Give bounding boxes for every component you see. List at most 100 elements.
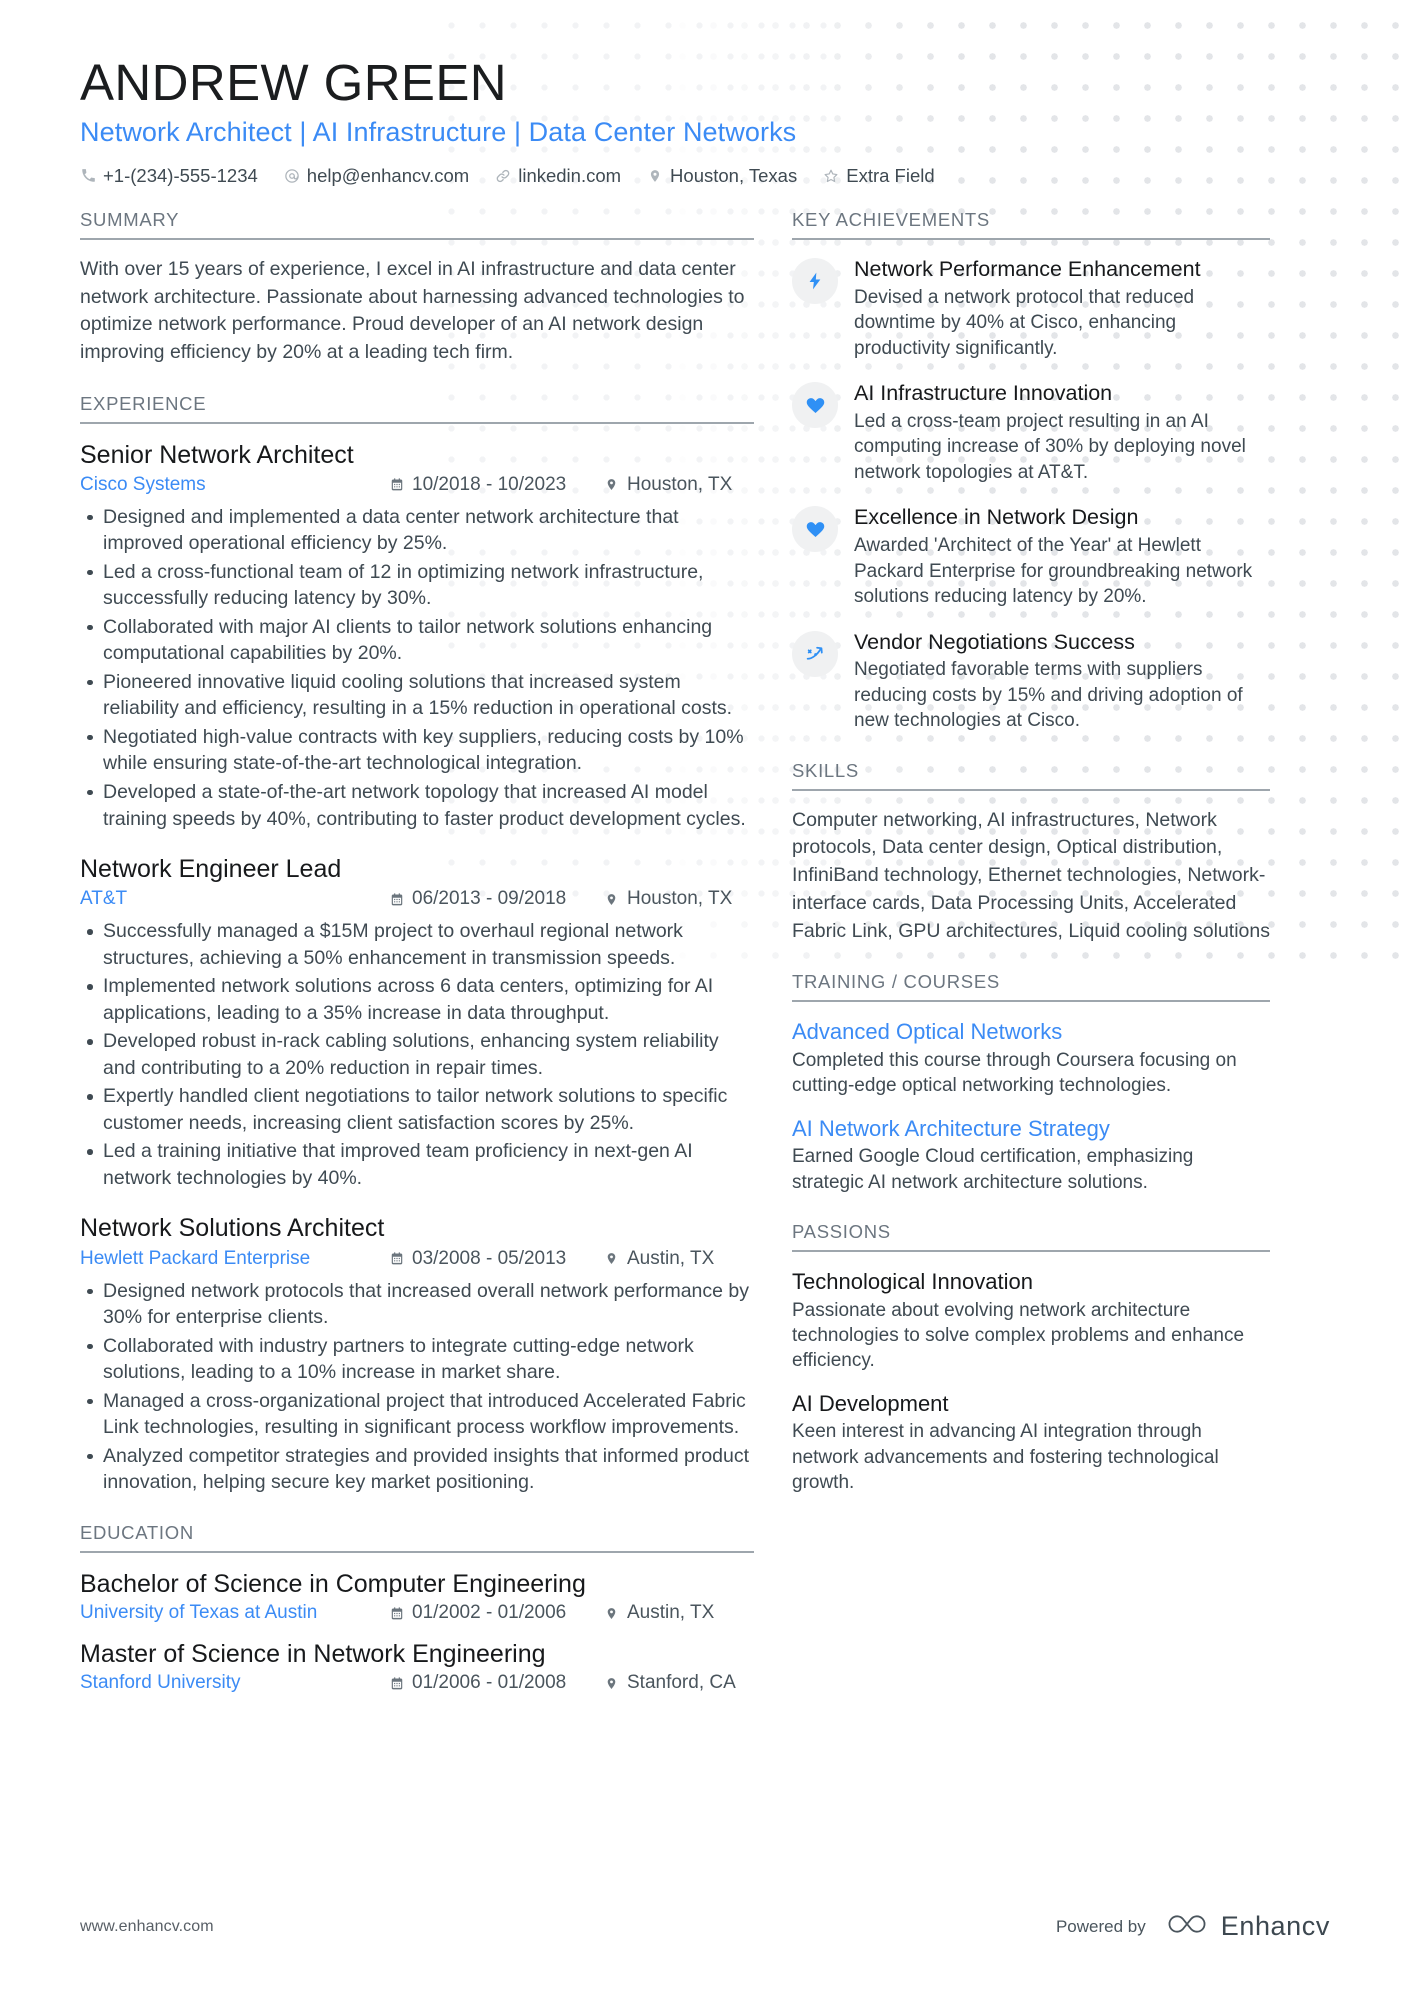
achievement-description: Devised a network protocol that reduced … (854, 286, 1195, 359)
job-dates: 03/2008 - 05/2013 (389, 1248, 604, 1270)
page-footer: www.enhancv.com Powered by Enhancv (80, 1910, 1330, 1943)
job-dates: 10/2018 - 10/2023 (389, 474, 604, 496)
job-title: Senior Network Architect (80, 440, 354, 469)
job-location-text: Houston, TX (627, 473, 733, 495)
education-location-text: Austin, TX (627, 1602, 715, 1624)
education-dates: 01/2006 - 01/2008 (389, 1672, 604, 1694)
education-dates: 01/2002 - 01/2006 (389, 1602, 604, 1624)
job-dates-text: 03/2008 - 05/2013 (412, 1247, 567, 1269)
education-school[interactable]: Stanford University (80, 1672, 389, 1694)
job-bullet: Expertly handled client negotiations to … (80, 1083, 754, 1136)
contact-row: +1-(234)-555-1234 help@enhancv.com linke… (80, 165, 1330, 187)
job-company[interactable]: Hewlett Packard Enterprise (80, 1248, 389, 1270)
achievement-item: Excellence in Network Design Awarded 'Ar… (792, 504, 1270, 609)
passion-title: AI Development (792, 1390, 949, 1416)
job-dates-text: 10/2018 - 10/2023 (412, 473, 567, 495)
heart-icon (792, 382, 838, 429)
passion-title: Technological Innovation (792, 1269, 1033, 1295)
section-summary: SUMMARY With over 15 years of experience… (80, 209, 754, 367)
job-title: Network Engineer Lead (80, 855, 342, 884)
email-icon (284, 168, 300, 184)
achievement-title: Excellence in Network Design (854, 505, 1139, 530)
right-column: KEY ACHIEVEMENTS Network Performance Enh… (792, 209, 1270, 1522)
job-location: Houston, TX (604, 888, 754, 910)
contact-phone[interactable]: +1-(234)-555-1234 (80, 165, 258, 187)
enhancv-logo-icon (1164, 1910, 1210, 1943)
education-meta: University of Texas at Austin 01/2002 - … (80, 1602, 754, 1624)
job-dates: 06/2013 - 09/2018 (389, 888, 604, 910)
skills-text: Computer networking, AI infrastructures,… (792, 808, 1270, 942)
education-dates-text: 01/2002 - 01/2006 (412, 1602, 567, 1624)
education-school[interactable]: University of Texas at Austin (80, 1602, 389, 1624)
job-bullet: Designed and implemented a data center n… (80, 504, 754, 557)
star-icon (823, 168, 839, 184)
enhancv-brand: Enhancv (1164, 1910, 1330, 1943)
trending-arrow-icon (792, 630, 838, 677)
job-location: Austin, TX (604, 1248, 754, 1270)
powered-by-label: Powered by (1055, 1916, 1146, 1936)
education-location-text: Stanford, CA (627, 1672, 736, 1694)
achievement-description: Led a cross-team project resulting in an… (854, 410, 1246, 483)
job-bullet: Successfully managed a $15M project to o… (80, 918, 754, 971)
achievement-item: AI Infrastructure Innovation Led a cross… (792, 380, 1270, 485)
achievement-item: Vendor Negotiations Success Negotiated f… (792, 629, 1270, 734)
section-key-achievements: KEY ACHIEVEMENTS Network Performance Enh… (792, 209, 1270, 734)
calendar-icon (389, 1251, 404, 1267)
job-bullets: Designed network protocols that increase… (80, 1278, 754, 1496)
achievement-description: Negotiated favorable terms with supplier… (854, 659, 1243, 732)
job-location: Houston, TX (604, 474, 754, 496)
contact-location[interactable]: Houston, Texas (647, 165, 797, 187)
achievement-description: Awarded 'Architect of the Year' at Hewle… (854, 535, 1253, 608)
section-title-passions: PASSIONS (792, 1221, 1270, 1253)
achievement-title: Network Performance Enhancement (854, 256, 1201, 281)
section-title-training-courses: TRAINING / COURSES (792, 971, 1270, 1003)
resume-page: ANDREW GREEN Network Architect | AI Infr… (0, 0, 1410, 1995)
section-training-courses: TRAINING / COURSES Advanced Optical Netw… (792, 971, 1270, 1195)
contact-email[interactable]: help@enhancv.com (284, 165, 469, 187)
job-bullet: Designed network protocols that increase… (80, 1278, 754, 1331)
education-item: Bachelor of Science in Computer Engineer… (80, 1569, 754, 1624)
location-pin-icon (604, 1675, 619, 1691)
training-description: Earned Google Cloud certification, empha… (792, 1146, 1194, 1193)
location-pin-icon (604, 477, 619, 493)
job-bullet: Pioneered innovative liquid cooling solu… (80, 669, 754, 722)
passion-description: Passionate about evolving network archit… (792, 1299, 1245, 1372)
left-column: SUMMARY With over 15 years of experience… (80, 209, 792, 1720)
candidate-name: ANDREW GREEN (80, 54, 507, 111)
training-item: AI Network Architecture Strategy Earned … (792, 1115, 1270, 1195)
calendar-icon (389, 477, 404, 493)
contact-linkedin-text: linkedin.com (518, 164, 622, 186)
job-dates-text: 06/2013 - 09/2018 (412, 888, 567, 910)
footer-website-url[interactable]: www.enhancv.com (80, 1918, 214, 1936)
section-title-summary: SUMMARY (80, 209, 754, 240)
calendar-icon (389, 1675, 404, 1691)
training-title[interactable]: AI Network Architecture Strategy (792, 1115, 1270, 1143)
contact-linkedin[interactable]: linkedin.com (495, 165, 621, 187)
job-bullet: Led a cross-functional team of 12 in opt… (80, 559, 754, 612)
education-dates-text: 01/2006 - 01/2008 (412, 1672, 567, 1694)
job-title: Network Solutions Architect (80, 1214, 385, 1243)
training-description: Completed this course through Coursera f… (792, 1049, 1237, 1097)
location-pin-icon (604, 1605, 619, 1621)
job-bullets: Successfully managed a $15M project to o… (80, 918, 754, 1191)
achievement-title: AI Infrastructure Innovation (854, 381, 1113, 406)
phone-icon (80, 168, 96, 184)
candidate-headline: Network Architect | AI Infrastructure | … (80, 117, 797, 148)
section-title-skills: SKILLS (792, 760, 1270, 791)
job-bullet: Developed a state-of-the-art network top… (80, 779, 754, 832)
education-item: Master of Science in Network Engineering… (80, 1639, 754, 1694)
contact-extra-field-text: Extra Field (846, 164, 935, 186)
training-item: Advanced Optical Networks Completed this… (792, 1018, 1270, 1098)
education-location: Stanford, CA (604, 1672, 754, 1694)
job-company[interactable]: AT&T (80, 888, 389, 910)
job-location-text: Austin, TX (627, 1247, 715, 1269)
section-experience: EXPERIENCE Senior Network Architect Cisc… (80, 393, 754, 1496)
contact-extra-field[interactable]: Extra Field (823, 164, 935, 187)
job-bullets: Designed and implemented a data center n… (80, 504, 754, 832)
section-title-education: EDUCATION (80, 1522, 754, 1553)
job-bullet: Analyzed competitor strategies and provi… (80, 1443, 754, 1496)
job-company[interactable]: Cisco Systems (80, 474, 389, 496)
contact-email-text: help@enhancv.com (306, 164, 470, 186)
enhancv-brand-name: Enhancv (1220, 1911, 1330, 1941)
training-title[interactable]: Advanced Optical Networks (792, 1018, 1270, 1046)
